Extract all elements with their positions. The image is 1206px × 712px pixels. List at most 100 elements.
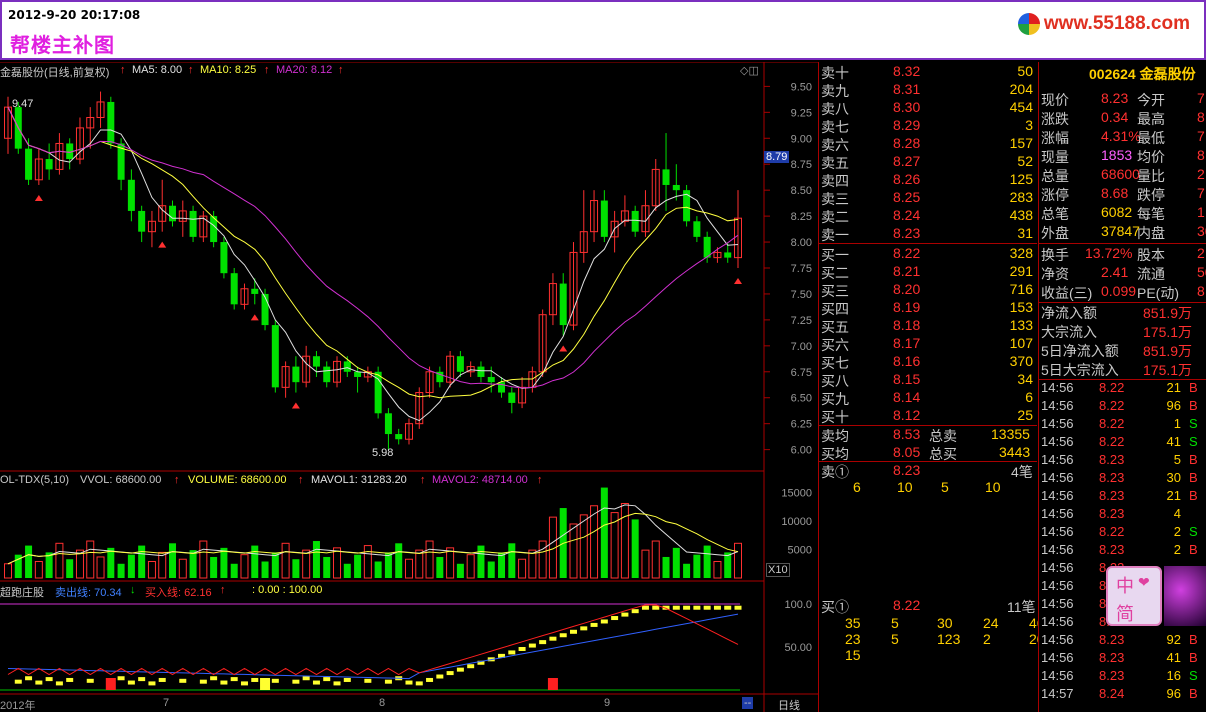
kline-chart[interactable]: 9.50 9.25 9.00 8.75 8.50 8.25 8.00 7.75 7.50 7.25… <box>0 62 818 712</box>
dash-button[interactable]: -- <box>742 697 754 709</box>
volume-bar <box>724 552 732 578</box>
post-title: 帮楼主补图 <box>10 33 115 57</box>
site-logo[interactable]: www.55188.com <box>1017 12 1190 36</box>
volume-bar <box>117 563 125 578</box>
indicator-block <box>35 680 43 685</box>
ob-price: 8.15 <box>893 371 921 387</box>
indicator-block <box>199 679 207 684</box>
ob-volume: 31 <box>1017 225 1033 241</box>
volume-tick-label: 15000 <box>781 488 812 500</box>
volume-bar <box>404 558 413 579</box>
ob-label: 买四 <box>821 301 849 317</box>
bid-row[interactable]: 买三 8.20 716 <box>819 281 1037 299</box>
up-arrow-icon: ↑ <box>264 64 270 76</box>
ob-volume: 291 <box>1009 263 1033 279</box>
ob-volume: 716 <box>1009 281 1033 297</box>
bid-row[interactable]: 买十 8.12 25 <box>819 407 1037 425</box>
price-tick-label: 7.00 <box>791 341 812 353</box>
candle-body <box>724 252 732 258</box>
ask-row[interactable]: 卖四 8.26 125 <box>819 171 1037 189</box>
period-button[interactable]: 日线 <box>778 697 800 712</box>
bid-row[interactable]: 买二 8.21 291 <box>819 263 1037 281</box>
mavol1-label: MAVOL1: 31283.20 <box>311 474 407 486</box>
buy1-queue-item: 35 <box>845 615 861 631</box>
ob-price: 8.24 <box>893 207 921 223</box>
tick-row: 14:56 8.23 2 B <box>1041 542 1198 557</box>
volume-bar <box>641 549 650 579</box>
vvol-label: VVOL: 68600.00 <box>80 474 162 486</box>
ime-widget[interactable]: 中 ❤ 简 <box>1106 566 1162 626</box>
volume-bar <box>86 540 95 579</box>
ob-price: 8.32 <box>893 63 921 79</box>
volume-bar <box>538 540 547 579</box>
bid-row[interactable]: 买五 8.18 133 <box>819 317 1037 335</box>
buy-signal-icon <box>734 278 742 284</box>
indicator-block <box>426 677 434 682</box>
quote-title: 002624 金磊股份 <box>1089 66 1196 82</box>
ask-row[interactable]: 卖一 8.23 31 <box>819 225 1037 243</box>
ob-label: 卖九 <box>821 83 849 99</box>
volume-bar <box>292 559 300 578</box>
bid-row[interactable]: 买七 8.16 370 <box>819 353 1037 371</box>
up-arrow-icon: ↑ <box>174 474 180 486</box>
volume-bar <box>4 563 12 579</box>
price-tick-label: 8.00 <box>791 237 812 249</box>
indicator-block <box>672 605 680 610</box>
ask-row[interactable]: 卖五 8.27 52 <box>819 153 1037 171</box>
quote-row: 现价 8.23 今开 7 <box>1041 90 1205 108</box>
low-note: 5.98 <box>372 447 394 459</box>
volume-bar <box>240 554 249 579</box>
ask-row[interactable]: 卖七 8.29 3 <box>819 117 1037 135</box>
volume-bar <box>528 549 537 579</box>
ma10-label: MA10: 8.25 <box>200 64 257 76</box>
indicator-block <box>148 681 156 686</box>
price-tick-label: 9.00 <box>791 133 812 145</box>
indicator-block <box>508 650 516 655</box>
bid-row[interactable]: 买六 8.17 107 <box>819 335 1037 353</box>
volume-bar <box>312 541 320 578</box>
heart-icon: ❤ <box>1138 574 1150 590</box>
candle-body <box>600 200 608 237</box>
buy1-queue-item: 30 <box>937 615 953 631</box>
ob-label: 买三 <box>821 283 849 299</box>
ob-price: 8.18 <box>893 317 921 333</box>
indicator-block <box>631 609 639 614</box>
ask-row[interactable]: 卖八 8.30 454 <box>819 99 1037 117</box>
indicator-block <box>456 667 464 672</box>
buy1-price: 8.22 <box>893 597 921 613</box>
bid-row[interactable]: 买一 8.22 328 <box>819 245 1037 263</box>
ask-row[interactable]: 卖二 8.24 438 <box>819 207 1037 225</box>
volume-bar <box>395 543 403 578</box>
buy1-queue-item: 24 <box>983 615 999 631</box>
bid-row[interactable]: 买四 8.19 153 <box>819 299 1037 317</box>
ask-row[interactable]: 卖六 8.28 157 <box>819 135 1037 153</box>
total-sell-label: 总卖 <box>929 428 957 444</box>
ob-label: 买十 <box>821 409 849 425</box>
candle-body <box>384 413 392 435</box>
sell1-queue-item: 10 <box>897 479 913 495</box>
bid-row[interactable]: 买八 8.15 34 <box>819 371 1037 389</box>
ask-row[interactable]: 卖九 8.31 204 <box>819 81 1037 99</box>
volume-bar <box>487 561 495 578</box>
ask-row[interactable]: 卖三 8.25 283 <box>819 189 1037 207</box>
volume-bar <box>147 561 156 579</box>
volume-bar <box>651 540 660 579</box>
panel-menu-icon[interactable]: ◇◫ <box>740 64 759 77</box>
volume-bar <box>178 558 187 579</box>
indicator-block <box>641 605 649 610</box>
tick-row: 14:56 8.23 5 B <box>1041 452 1198 467</box>
indicator-block <box>446 671 454 676</box>
indicator-block <box>271 678 279 683</box>
bid-row[interactable]: 买九 8.14 6 <box>819 389 1037 407</box>
volume-bar <box>384 552 392 578</box>
candle-body <box>343 361 351 372</box>
stock-label: 金磊股份(日线,前复权) <box>0 67 110 79</box>
volume-bar <box>251 545 259 578</box>
volume-bar <box>425 540 434 579</box>
ask-row[interactable]: 卖十 8.32 50 <box>819 63 1037 81</box>
down-arrow-icon: ↓ <box>130 584 136 596</box>
volume-label: VOLUME: 68600.00 <box>188 474 287 486</box>
volume-bar <box>138 545 146 578</box>
candle-body <box>230 273 238 305</box>
ob-label: 卖二 <box>821 209 849 225</box>
